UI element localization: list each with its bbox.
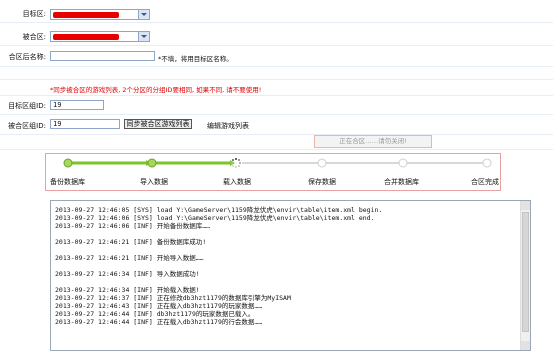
target-group-label: 目标区组ID: [8, 102, 46, 110]
step-pending-icon [398, 158, 408, 168]
redacted-value [53, 34, 119, 40]
log-line: 2013-09-27 12:46:34 [INF] 导入数据成功! [55, 270, 200, 278]
step-label-merge-db: 合并数据库 [384, 178, 419, 186]
merged-group-input[interactable]: 19 [50, 119, 120, 129]
step-label-backup: 备份数据库 [50, 178, 85, 186]
chevron-down-icon[interactable] [138, 32, 149, 41]
merged-group-label: 被合区组ID: [8, 122, 46, 130]
target-server-select[interactable] [50, 9, 150, 20]
target-group-row: 目标区组ID: 19 [0, 96, 553, 115]
merged-server-select[interactable] [50, 31, 150, 42]
edit-game-list-link[interactable]: 编辑游戏列表 [207, 121, 249, 131]
merging-status-button: 正在合区……请勿关闭! [314, 135, 432, 148]
target-group-input[interactable]: 19 [50, 100, 104, 110]
log-textarea[interactable]: 2013-09-27 12:46:05 [SYS] load Y:\GameSe… [50, 200, 531, 351]
target-server-label: 目标区: [22, 10, 46, 18]
log-line: 2013-09-27 12:46:06 [INF] 开始备份数据库…… [55, 222, 211, 230]
log-line: 2013-09-27 12:46:44 [INF] 正在载入db3hzt1179… [55, 318, 263, 326]
merged-server-label: 被合区: [22, 33, 46, 41]
scroll-thumb[interactable] [522, 212, 529, 332]
step-label-done: 合区完成 [471, 178, 499, 186]
log-scrollbar[interactable] [520, 201, 530, 350]
step-label-load: 载入数据 [223, 178, 251, 186]
step-done-icon [63, 158, 73, 168]
merged-server-row: 被合区: [0, 23, 553, 46]
step-label-save: 保存数据 [308, 178, 336, 186]
status-row: 正在合区……请勿关闭! [0, 135, 553, 150]
chevron-down-icon[interactable] [138, 10, 149, 19]
scroll-up-arrow-icon[interactable] [521, 201, 530, 210]
log-line: 2013-09-27 12:46:21 [INF] 备份数据库成功! [55, 238, 207, 246]
post-merge-name-input[interactable] [50, 51, 155, 61]
scroll-down-arrow-icon[interactable] [521, 341, 530, 350]
redacted-value [53, 12, 119, 18]
loading-spinner-icon [231, 158, 241, 168]
post-merge-name-row: 合区后名称: *不填，将用目标区名称。 [0, 46, 553, 67]
step-pending-icon [482, 158, 492, 168]
step-label-import: 导入数据 [140, 178, 168, 186]
post-merge-name-label: 合区后名称: [8, 53, 46, 61]
sync-game-list-button[interactable]: 同步被合区游戏列表 [124, 119, 192, 129]
log-line: 2013-09-27 12:46:21 [INF] 开始导入数据…… [55, 254, 204, 262]
progress-track [63, 158, 492, 168]
step-pending-icon [317, 158, 327, 168]
warning-text: *同步被合区的游戏列表, 2个分区的分组ID要相同, 如果不同, 请不要使用! [50, 86, 262, 94]
spacer-row [0, 67, 553, 80]
warning-row: *同步被合区的游戏列表, 2个分区的分组ID要相同, 如果不同, 请不要使用! [0, 80, 553, 96]
post-merge-name-hint: *不填，将用目标区名称。 [158, 55, 233, 63]
step-done-icon [147, 158, 157, 168]
merged-group-row: 被合区组ID: 19 同步被合区游戏列表 编辑游戏列表 [0, 115, 553, 135]
progress-steps-panel: 备份数据库 导入数据 载入数据 保存数据 合并数据库 合区完成 [45, 153, 501, 191]
target-server-row: 目标区: [0, 0, 553, 23]
